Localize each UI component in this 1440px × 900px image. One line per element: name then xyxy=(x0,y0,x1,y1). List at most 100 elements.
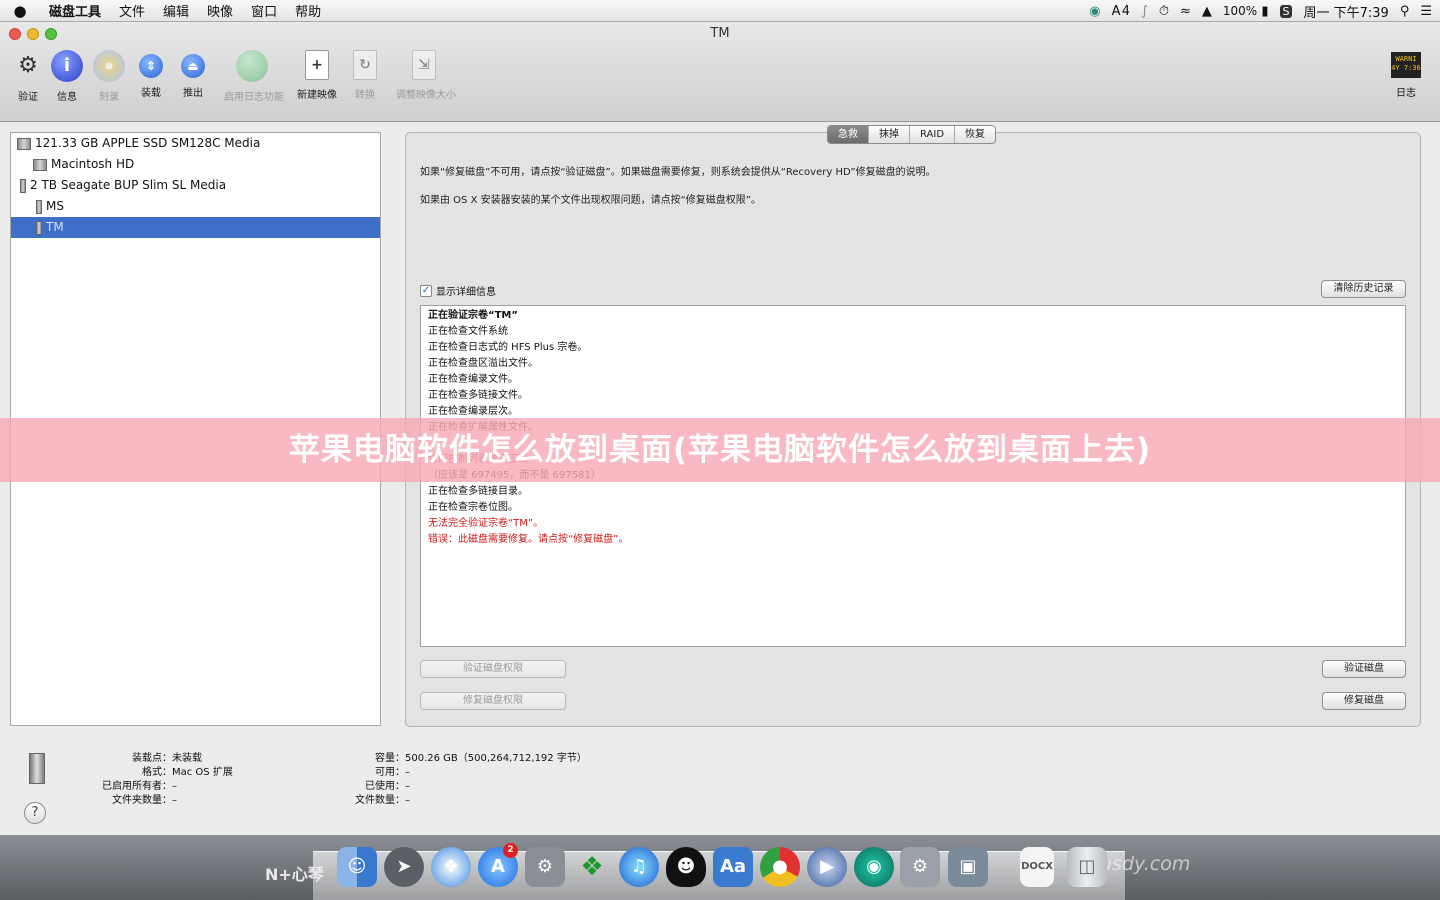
log-button[interactable]: WARNI 4Y 7:36 日志 xyxy=(1382,52,1430,99)
convert-icon: ↻ xyxy=(353,50,377,80)
time-machine-icon[interactable]: ⏱ xyxy=(1159,4,1169,19)
mount-icon: ⇕ xyxy=(139,54,163,78)
menu-help[interactable]: 帮助 xyxy=(286,1,330,20)
volume-icon[interactable]: ▲ xyxy=(1202,4,1212,19)
tab-first-aid[interactable]: 急救 xyxy=(828,126,869,143)
battery-status[interactable]: 100% ▮ xyxy=(1223,4,1269,19)
log-line: 正在检查宗卷位图。 xyxy=(428,502,518,513)
volume-icon xyxy=(33,158,47,171)
system-preferences-icon[interactable]: ⚙ xyxy=(525,847,565,887)
info-key: 文件夹数量： xyxy=(112,795,172,806)
disk-item-seagate[interactable]: 2 TB Seagate BUP Slim SL Media xyxy=(11,175,380,196)
info-key: 格式： xyxy=(142,767,172,778)
info-key: 装载点： xyxy=(132,753,172,764)
info-key: 文件数量： xyxy=(355,795,405,806)
disk-label: 2 TB Seagate BUP Slim SL Media xyxy=(30,178,227,192)
checkmark-icon: ✓ xyxy=(420,284,432,297)
help-button[interactable]: ? xyxy=(24,802,46,824)
disk-icon xyxy=(20,178,26,193)
show-details-checkbox[interactable]: ✓ 显示详细信息 xyxy=(420,283,496,298)
log-line: 正在检查文件系统 xyxy=(428,326,508,337)
selected-volume-icon xyxy=(29,753,45,784)
log-line: 正在检查盘区溢出文件。 xyxy=(428,358,538,369)
menu-image[interactable]: 映像 xyxy=(198,1,242,20)
eject-button[interactable]: ⏏ 推出 xyxy=(165,50,221,99)
tab-bar: 急救 抹掉 RAID 恢复 xyxy=(827,125,997,144)
info-value: – xyxy=(405,781,410,792)
info-value: – xyxy=(172,781,177,792)
wifi-icon[interactable]: ≈ xyxy=(1180,4,1191,19)
volume-info-left: 装载点： 未装载 格式： Mac OS 扩展 已启用所有者： – 文件夹数量： – xyxy=(62,752,233,808)
volume-item-macintosh-hd[interactable]: Macintosh HD xyxy=(11,154,380,175)
article-title-banner: 苹果电脑软件怎么放到桌面(苹果电脑软件怎么放到桌面上去) xyxy=(0,418,1440,482)
safari-icon[interactable]: ❖ xyxy=(431,847,471,887)
info-key: 可用： xyxy=(375,767,405,778)
menu-bar: ● 磁盘工具 文件 编辑 映像 窗口 帮助 ◉ A 4 ∫ ⏱ ≈ ▲ 100%… xyxy=(0,0,1440,22)
finder-icon[interactable]: ☺ xyxy=(337,847,377,887)
info-value: 未装载 xyxy=(172,753,202,764)
volume-label: TM xyxy=(46,220,64,234)
verify-disk-button[interactable]: 验证磁盘 xyxy=(1322,660,1406,678)
new-image-icon: + xyxy=(305,50,329,80)
toolbar: TM ⚙ 验证 i 信息 刻录 ⇕ 装载 ⏏ 推出 启用日志功能 + 新建映像 ↻ 转换 ⇲… xyxy=(0,22,1440,122)
log-line: 正在检查多链接文件。 xyxy=(428,390,528,401)
volume-item-tm[interactable]: TM xyxy=(11,217,380,238)
disk-item-apple-ssd[interactable]: 121.33 GB APPLE SSD SM128C Media xyxy=(11,133,380,154)
launchpad-icon[interactable]: ➤ xyxy=(384,847,424,887)
menu-window[interactable]: 窗口 xyxy=(242,1,286,20)
qq-icon[interactable]: ☻ xyxy=(666,847,706,887)
input-method-label: 4 xyxy=(1121,3,1131,19)
enable-journaling-button[interactable]: 启用日志功能 xyxy=(224,50,284,103)
volume-info-right: 容量： 500.26 GB（500,264,712,192 字节） 可用： – 已使… xyxy=(330,752,587,808)
tab-erase[interactable]: 抹掉 xyxy=(869,126,910,143)
network-radar-icon[interactable]: ◉ xyxy=(854,847,894,887)
disk-icon xyxy=(17,137,31,150)
network-app-icon[interactable]: ❖ xyxy=(572,847,612,887)
spotlight-icon[interactable]: ⚲ xyxy=(1400,4,1410,19)
menu-app[interactable]: 磁盘工具 xyxy=(40,1,110,20)
info-value: – xyxy=(172,795,177,806)
app-s-icon[interactable]: S xyxy=(1279,4,1293,18)
eject-label: 推出 xyxy=(183,88,203,99)
apple-menu-icon[interactable]: ● xyxy=(0,2,40,20)
log-console-icon: WARNI 4Y 7:36 xyxy=(1391,52,1421,78)
convert-button[interactable]: ↻ 转换 xyxy=(337,50,393,101)
show-details-label: 显示详细信息 xyxy=(436,287,496,298)
journal-label: 启用日志功能 xyxy=(224,92,284,103)
log-line: 正在检查编录文件。 xyxy=(428,374,518,385)
volume-label: MS xyxy=(46,199,64,213)
burn-disc-icon xyxy=(93,50,125,82)
disk-utility-icon[interactable]: ⚙ xyxy=(900,847,940,887)
input-method-icon[interactable]: A 4 xyxy=(1112,4,1130,19)
info-key: 容量： xyxy=(375,753,405,764)
repair-permissions-button[interactable]: 修复磁盘权限 xyxy=(420,692,566,710)
resize-label: 调整映像大小 xyxy=(396,90,456,101)
info-key: 已使用： xyxy=(365,781,405,792)
info-value: – xyxy=(405,767,410,778)
clear-history-button[interactable]: 清除历史记录 xyxy=(1321,280,1406,298)
sync-icon[interactable]: ◉ xyxy=(1089,4,1100,19)
dictionary-icon[interactable]: Aa xyxy=(713,847,753,887)
notification-list-icon[interactable]: ☰ xyxy=(1420,4,1432,19)
preview-icon[interactable]: ▣ xyxy=(948,847,988,887)
log-line: 正在验证宗卷“TM” xyxy=(428,310,518,321)
log-line: 错误：此磁盘需要修复。请点按“修复磁盘”。 xyxy=(428,534,629,545)
volume-item-ms[interactable]: MS xyxy=(11,196,380,217)
verify-permissions-button[interactable]: 验证磁盘权限 xyxy=(420,660,566,678)
quicktime-icon[interactable]: ▶ xyxy=(807,847,847,887)
trash-icon[interactable]: ◫ xyxy=(1067,847,1107,887)
bluetooth-icon[interactable]: ∫ xyxy=(1141,4,1148,19)
log-line: 正在检查多链接目录。 xyxy=(428,486,528,497)
chrome-icon[interactable]: ● xyxy=(760,847,800,887)
log-label: 日志 xyxy=(1396,88,1416,99)
menu-edit[interactable]: 编辑 xyxy=(154,1,198,20)
clock[interactable]: 周一 下午7:39 xyxy=(1303,2,1388,21)
resize-image-button[interactable]: ⇲ 调整映像大小 xyxy=(396,50,456,101)
first-aid-note-1: 如果“修复磁盘”不可用，请点按“验证磁盘”。如果磁盘需要修复，则系统会提供从“R… xyxy=(420,167,936,178)
menu-file[interactable]: 文件 xyxy=(110,1,154,20)
tab-restore[interactable]: 恢复 xyxy=(955,126,995,143)
repair-disk-button[interactable]: 修复磁盘 xyxy=(1322,692,1406,710)
docx-file-icon[interactable]: DOCX xyxy=(1020,847,1054,887)
tab-raid[interactable]: RAID xyxy=(910,126,956,143)
itunes-icon[interactable]: ♫ xyxy=(619,847,659,887)
